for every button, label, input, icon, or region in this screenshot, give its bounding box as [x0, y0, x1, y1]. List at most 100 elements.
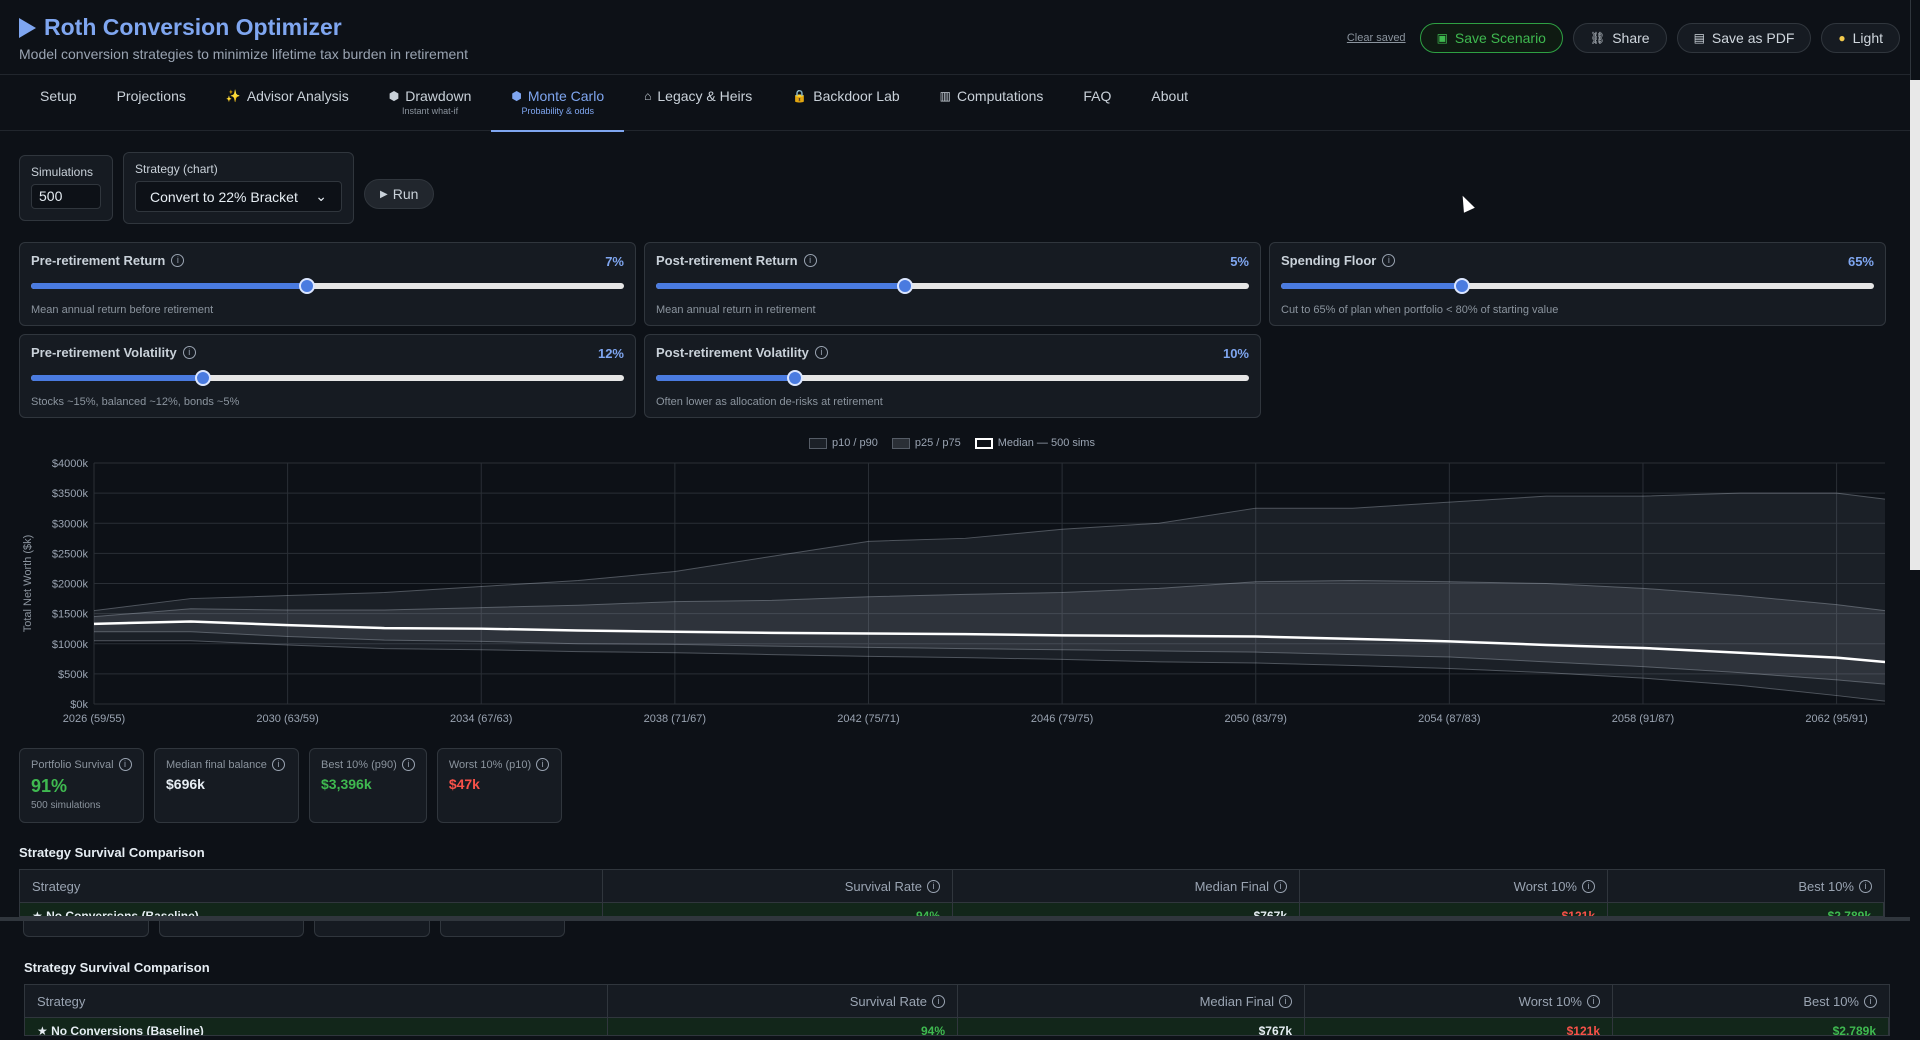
info-icon[interactable]: i — [932, 994, 945, 1008]
slider-handle[interactable] — [194, 370, 211, 386]
clear-saved-link[interactable]: Clear saved — [1347, 32, 1406, 44]
share-button[interactable]: ⛓ Share — [1572, 23, 1667, 53]
table-header: Strategy Survival Rate i Median Final i Wo… — [25, 985, 1889, 1018]
slider-handle[interactable] — [897, 278, 914, 294]
tab-backdoor-lab[interactable]: 🔒 Backdoor Lab — [772, 75, 919, 131]
col-label: Worst 10% — [1513, 878, 1577, 894]
strategy-select[interactable]: Convert to 22% Bracket ⌄ — [135, 181, 342, 212]
col-strategy[interactable]: Strategy — [20, 870, 603, 902]
tab-bar: Setup Projections ✨ Advisor Analysis ⬢ Drawdo… — [0, 75, 1920, 132]
link-icon: ⛓ — [1589, 31, 1606, 45]
col-label: Best 10% — [1803, 993, 1859, 1009]
info-icon[interactable]: i — [803, 254, 817, 267]
cell-worst: $121k — [1305, 1018, 1613, 1035]
tab-label: Computations — [957, 88, 1044, 104]
legend-label: p10 / p90 — [832, 437, 878, 449]
slider-label: Pre-retirement Volatility i — [31, 345, 624, 360]
info-icon[interactable]: i — [401, 758, 415, 771]
slider-track[interactable] — [1281, 278, 1874, 294]
theme-label: Light — [1852, 30, 1883, 46]
info-icon[interactable]: i — [171, 254, 185, 267]
col-survival[interactable]: Survival Rate i — [608, 985, 958, 1017]
tab-drawdown[interactable]: ⬢ Drawdown Instant what-if — [369, 75, 492, 131]
y-axis-label: Total Net Worth ($k) — [22, 535, 34, 633]
slider-handle[interactable] — [1453, 278, 1470, 294]
slider-fill — [656, 375, 796, 381]
table-row[interactable]: ★ No Conversions (Baseline) 94% $767k $1… — [25, 1018, 1889, 1035]
col-worst[interactable]: Worst 10% i — [1300, 870, 1608, 902]
info-icon[interactable]: i — [1382, 254, 1396, 267]
tab-faq[interactable]: FAQ — [1063, 75, 1131, 131]
legend-item-p10-p90[interactable]: p10 / p90 — [809, 437, 878, 449]
tab-label: Legacy & Heirs — [657, 88, 753, 104]
save-scenario-button[interactable]: ▣ Save Scenario — [1419, 23, 1563, 53]
slider-track[interactable] — [31, 370, 624, 386]
play-icon: ▶ — [380, 188, 388, 200]
theme-toggle-button[interactable]: ● Light — [1821, 23, 1900, 53]
info-icon[interactable]: i — [1864, 994, 1877, 1008]
info-icon[interactable]: i — [1582, 879, 1595, 893]
scrollbar-gutter — [1910, 0, 1920, 80]
stat-label-text: Portfolio Survival — [31, 758, 114, 771]
col-best[interactable]: Best 10% i — [1613, 985, 1889, 1017]
col-median[interactable]: Median Final i — [958, 985, 1305, 1017]
info-icon[interactable]: i — [182, 346, 196, 359]
table-row[interactable]: ★ No Conversions (Baseline) 94% $767k $1… — [20, 903, 1884, 916]
strategy-label: Strategy (chart) — [135, 162, 218, 176]
info-icon[interactable]: i — [1279, 994, 1292, 1008]
slider-handle[interactable] — [787, 370, 804, 386]
app-title: Roth Conversion Optimizer — [19, 14, 342, 41]
simulations-input[interactable]: 500 — [31, 184, 101, 209]
stat-label: Portfolio Survival i — [31, 758, 132, 771]
survival-comparison-table-2: Strategy Survival Rate i Median Final i Wo… — [24, 984, 1890, 1036]
tab-computations[interactable]: ▥ Computations — [920, 75, 1064, 131]
slider-fill — [1281, 283, 1462, 289]
stat-card-best-10-p90-: Best 10% (p90) i $3,396k — [309, 748, 427, 823]
tab-setup[interactable]: Setup — [20, 75, 97, 131]
legend-item-median[interactable]: Median — 500 sims — [974, 437, 1095, 449]
tab-advisor-analysis[interactable]: ✨ Advisor Analysis — [206, 75, 369, 131]
legend-swatch — [809, 437, 828, 449]
tab-title: About — [1151, 88, 1188, 104]
cell-best: $2,789k — [1608, 903, 1884, 916]
slider-track[interactable] — [656, 278, 1249, 294]
col-label: Survival Rate — [844, 878, 922, 894]
col-strategy[interactable]: Strategy — [25, 985, 608, 1017]
run-button[interactable]: ▶ Run — [364, 179, 435, 209]
info-icon[interactable]: i — [536, 758, 550, 771]
col-best[interactable]: Best 10% i — [1608, 870, 1884, 902]
table-header: Strategy Survival Rate i Median Final i Wo… — [20, 870, 1884, 903]
save-pdf-label: Save as PDF — [1711, 30, 1795, 46]
col-label: Median Final — [1199, 993, 1274, 1009]
tab-projections[interactable]: Projections — [97, 75, 206, 131]
chart-legend: p10 / p90 p25 / p75 Median — 500 sims — [19, 437, 1885, 449]
info-icon[interactable]: i — [1587, 994, 1600, 1008]
ghost-stat-cards — [23, 921, 565, 937]
legend-item-p25-p75[interactable]: p25 / p75 — [891, 437, 961, 449]
cell-median: $767k — [953, 903, 1300, 916]
info-icon[interactable]: i — [271, 758, 285, 771]
stat-value: 91% — [31, 776, 68, 796]
slider-handle[interactable] — [298, 278, 315, 294]
x-tick-label: 2026 (59/55) — [63, 713, 125, 725]
tab-about[interactable]: About — [1131, 75, 1208, 131]
tab-monte-carlo[interactable]: ⬢ Monte Carlo Probability & odds — [491, 75, 624, 132]
col-worst[interactable]: Worst 10% i — [1305, 985, 1613, 1017]
stat-subtext: 500 simulations — [31, 800, 101, 811]
tab-sublabel: Probability & odds — [521, 106, 595, 116]
col-survival[interactable]: Survival Rate i — [603, 870, 953, 902]
run-label: Run — [392, 186, 419, 202]
save-pdf-button[interactable]: ▤ Save as PDF — [1676, 23, 1812, 53]
info-icon[interactable]: i — [1859, 879, 1872, 893]
info-icon[interactable]: i — [814, 346, 828, 359]
info-icon[interactable]: i — [1274, 879, 1287, 893]
scrollbar-thumb[interactable] — [1910, 80, 1920, 570]
col-median[interactable]: Median Final i — [953, 870, 1300, 902]
info-icon[interactable]: i — [927, 879, 940, 893]
tab-label: Projections — [116, 88, 186, 104]
tab-legacy-heirs[interactable]: ⌂ Legacy & Heirs — [624, 75, 772, 131]
slider-track[interactable] — [31, 278, 624, 294]
info-icon[interactable]: i — [118, 758, 132, 771]
share-label: Share — [1612, 30, 1650, 46]
slider-track[interactable] — [656, 370, 1249, 386]
